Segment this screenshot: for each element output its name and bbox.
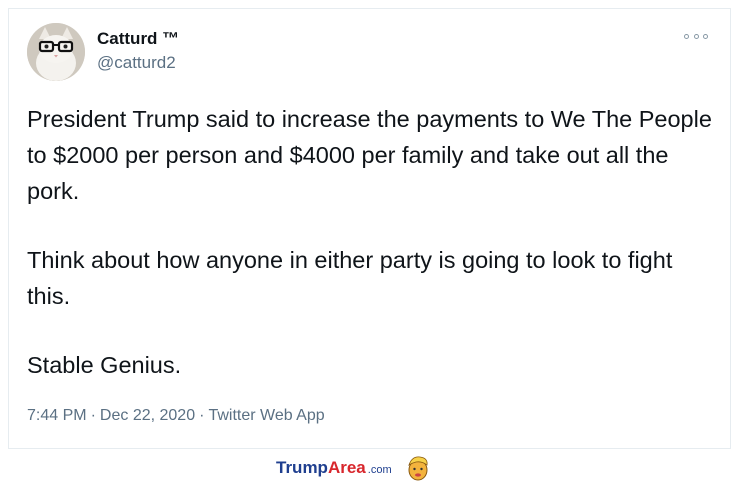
watermark-brand-part1: Trump: [276, 458, 328, 477]
display-name[interactable]: Catturd ™: [97, 29, 179, 49]
tweet-paragraph: Think about how anyone in either party i…: [27, 247, 673, 309]
watermark-brand-part2: Area: [327, 458, 366, 477]
avatar[interactable]: [27, 23, 85, 81]
separator: ·: [90, 407, 96, 424]
more-options-icon[interactable]: [684, 29, 708, 43]
separator: ·: [199, 407, 205, 424]
user-handle[interactable]: @catturd2: [97, 53, 176, 73]
tweet-card: Catturd ™ @catturd2 President Trump said…: [8, 8, 731, 449]
source-app-link[interactable]: Twitter Web App: [208, 407, 324, 424]
watermark-brand-suffix: .com: [367, 464, 392, 476]
cat-avatar-image: [27, 23, 85, 81]
more-dot: [684, 33, 689, 39]
tweet-date[interactable]: Dec 22, 2020: [100, 407, 195, 424]
tweet-paragraph: President Trump said to increase the pay…: [27, 106, 712, 204]
tweet-metadata: 7:44 PM · Dec 22, 2020 · Twitter Web App: [27, 407, 325, 425]
more-dot: [703, 33, 708, 39]
more-dot: [693, 33, 699, 39]
watermark-logo: Trump Area .com: [276, 455, 430, 481]
tweet-time[interactable]: 7:44 PM: [27, 407, 87, 424]
tweet-paragraph: Stable Genius.: [27, 352, 182, 378]
tweet-text: President Trump said to increase the pay…: [27, 101, 717, 416]
cartoon-face-icon: [407, 456, 428, 481]
